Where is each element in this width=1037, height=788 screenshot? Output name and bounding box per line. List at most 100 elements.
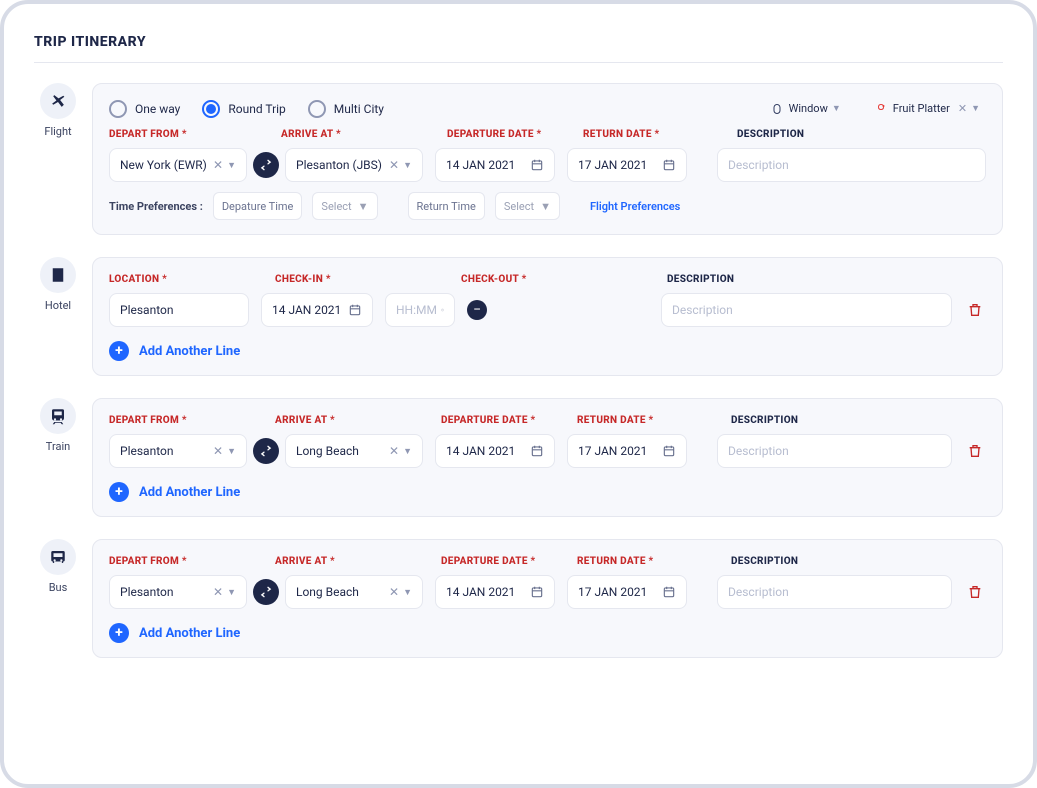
desc-input[interactable]: Description: [717, 148, 986, 182]
plus-icon: +: [109, 341, 129, 361]
arrive-at-value: Long Beach: [296, 585, 359, 599]
swap-button[interactable]: [253, 579, 279, 605]
radio-round-trip[interactable]: Round Trip: [202, 100, 285, 118]
chevron-down-icon: ▼: [403, 446, 412, 457]
desc-input[interactable]: Description: [661, 293, 952, 327]
section-flight: Flight One way Round Trip Multi City Win…: [34, 83, 1003, 235]
meal-pref-tag[interactable]: Fruit Platter ✕ ▼: [869, 98, 986, 119]
card-flight: One way Round Trip Multi City Window ▼ F…: [92, 83, 1003, 235]
checkin-time-input[interactable]: HH:MM: [385, 293, 455, 327]
clear-icon[interactable]: ✕: [213, 158, 223, 172]
calendar-icon: [530, 158, 544, 172]
arrive-at-value: Plesanton (JBS): [296, 158, 382, 172]
bus-icon: [40, 539, 76, 575]
bus-inputs: Plesanton ✕▼ Long Beach ✕▼ 14 JAN 2021 1…: [109, 575, 986, 609]
delete-row-button[interactable]: [964, 443, 986, 459]
desc-input[interactable]: Description: [717, 434, 952, 468]
select-placeholder: Select: [504, 200, 534, 213]
depart-from-value: New York (EWR): [120, 158, 207, 172]
remove-time-button[interactable]: −: [467, 300, 487, 320]
dep-time-chip: Depature Time: [213, 192, 303, 220]
lbl-depart: DEPART FROM: [109, 556, 259, 567]
clear-icon[interactable]: ✕: [389, 444, 399, 458]
plus-icon: +: [109, 623, 129, 643]
lbl-desc: DESCRIPTION: [731, 556, 986, 567]
swap-icon: [259, 585, 273, 599]
lbl-ret-date: RETURN DATE: [577, 556, 697, 567]
radio-one-way-label: One way: [135, 102, 180, 116]
seat-pref-tag[interactable]: Window ▼: [765, 98, 847, 119]
arrive-at-input[interactable]: Long Beach ✕▼: [285, 575, 423, 609]
desc-input[interactable]: Description: [717, 575, 952, 609]
meal-pref-label: Fruit Platter: [893, 102, 950, 115]
radio-one-way[interactable]: One way: [109, 100, 180, 118]
location-input[interactable]: Plesanton: [109, 293, 249, 327]
add-line-label: Add Another Line: [139, 626, 240, 641]
lbl-dep-date: DEPARTURE DATE: [441, 415, 561, 426]
depart-from-input[interactable]: Plesanton ✕▼: [109, 575, 247, 609]
dep-date-input[interactable]: 14 JAN 2021: [435, 148, 555, 182]
plus-icon: +: [109, 482, 129, 502]
lbl-arrive: ARRIVE AT: [281, 129, 431, 140]
desc-placeholder: Description: [672, 303, 733, 317]
meal-icon: [875, 103, 887, 115]
ret-date-input[interactable]: 17 JAN 2021: [567, 575, 687, 609]
select-placeholder: Select: [321, 200, 351, 213]
page-title: TRIP ITINERARY: [34, 34, 1003, 50]
ret-date-input[interactable]: 17 JAN 2021: [567, 434, 687, 468]
desc-placeholder: Description: [728, 158, 789, 172]
add-line-label: Add Another Line: [139, 344, 240, 359]
swap-button[interactable]: [253, 438, 279, 464]
ret-date-value: 17 JAN 2021: [578, 158, 647, 172]
radio-round-trip-label: Round Trip: [228, 102, 285, 116]
delete-row-button[interactable]: [964, 584, 986, 600]
clear-icon[interactable]: ✕: [213, 444, 223, 458]
ret-date-input[interactable]: 17 JAN 2021: [567, 148, 687, 182]
depart-from-input[interactable]: New York (EWR) ✕▼: [109, 148, 247, 182]
arrive-at-input[interactable]: Plesanton (JBS) ✕ ▼: [285, 148, 423, 182]
calendar-icon: [530, 585, 544, 599]
dep-date-input[interactable]: 14 JAN 2021: [435, 434, 555, 468]
lbl-desc: DESCRIPTION: [737, 129, 986, 140]
clear-icon[interactable]: ✕: [213, 585, 223, 599]
depart-from-value: Plesanton: [120, 444, 173, 458]
clear-icon[interactable]: ✕: [389, 585, 399, 599]
add-line-label: Add Another Line: [139, 485, 240, 500]
radio-multi-city[interactable]: Multi City: [308, 100, 384, 118]
lbl-arrive: ARRIVE AT: [275, 415, 425, 426]
hotel-icon: [40, 257, 76, 293]
depart-from-input[interactable]: Plesanton ✕▼: [109, 434, 247, 468]
calendar-icon: [662, 585, 676, 599]
divider: [34, 62, 1003, 63]
add-line-button[interactable]: + Add Another Line: [109, 482, 986, 502]
flight-pref-link[interactable]: Flight Preferences: [590, 200, 680, 213]
arrive-at-input[interactable]: Long Beach ✕▼: [285, 434, 423, 468]
ret-date-value: 17 JAN 2021: [578, 444, 647, 458]
clear-meal-icon[interactable]: ✕: [958, 102, 967, 115]
calendar-icon: [662, 158, 676, 172]
checkin-date-input[interactable]: 14 JAN 2021: [261, 293, 373, 327]
swap-button[interactable]: [253, 152, 279, 178]
card-hotel: LOCATION CHECK-IN CHECK-OUT DESCRIPTION …: [92, 257, 1003, 376]
flight-labels: DEPART FROM ARRIVE AT DEPARTURE DATE RET…: [109, 129, 986, 140]
add-line-button[interactable]: + Add Another Line: [109, 623, 986, 643]
delete-row-button[interactable]: [964, 302, 986, 318]
add-line-button[interactable]: + Add Another Line: [109, 341, 986, 361]
rail-train: Train: [34, 398, 82, 453]
location-value: Plesanton: [120, 303, 173, 317]
clear-icon[interactable]: ✕: [389, 158, 399, 172]
desc-placeholder: Description: [728, 585, 789, 599]
dep-time-select[interactable]: Select▼: [312, 192, 377, 220]
ret-time-select[interactable]: Select ▼: [495, 192, 560, 220]
lbl-depart: DEPART FROM: [109, 415, 259, 426]
lbl-dep-date: DEPARTURE DATE: [441, 556, 561, 567]
lbl-arrive: ARRIVE AT: [275, 556, 425, 567]
dep-date-input[interactable]: 14 JAN 2021: [435, 575, 555, 609]
rail-bus: Bus: [34, 539, 82, 594]
dep-date-value: 14 JAN 2021: [446, 158, 515, 172]
chevron-down-icon: ▼: [403, 160, 412, 171]
lbl-checkout: CHECK-OUT: [461, 274, 651, 285]
chevron-down-icon: ▼: [540, 200, 551, 213]
lbl-location: LOCATION: [109, 274, 259, 285]
card-bus: DEPART FROM ARRIVE AT DEPARTURE DATE RET…: [92, 539, 1003, 658]
